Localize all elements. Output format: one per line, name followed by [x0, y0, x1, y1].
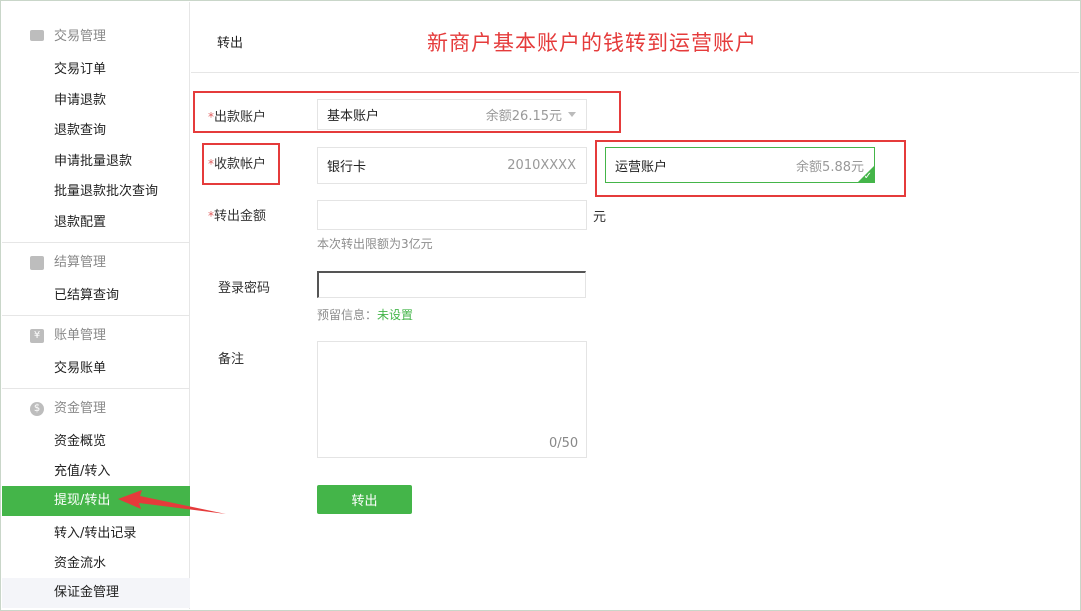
sidebar-group-funds: $ 资金管理 — [2, 394, 190, 424]
bank-card-name: 银行卡 — [327, 160, 367, 175]
main-content: 转出 新商户基本账户的钱转到运营账户 *出款账户 基本账户 余额26.15元 *… — [191, 2, 1079, 609]
sidebar-item-withdraw[interactable]: 提现/转出 — [2, 486, 190, 516]
money-bag-icon: $ — [30, 402, 44, 416]
to-account-label: *收款帐户 — [208, 153, 266, 172]
ops-account-name: 运营账户 — [615, 159, 668, 175]
sidebar: 交易管理 交易订单 申请退款 退款查询 申请批量退款 批量退款批次查询 退款配置… — [2, 2, 190, 609]
yuan-bill-icon: ¥ — [30, 329, 44, 343]
password-input[interactable] — [317, 271, 586, 298]
from-account-label: *出款账户 — [208, 106, 266, 125]
amount-label-text: 转出金额 — [214, 209, 267, 224]
sidebar-group-label: 资金管理 — [54, 401, 107, 416]
from-account-select[interactable]: 基本账户 余额26.15元 — [317, 99, 587, 130]
ops-account-balance: 余额5.88元 — [796, 159, 864, 175]
sidebar-group-bills: ¥ 账单管理 — [2, 321, 190, 351]
remark-label: 备注 — [218, 352, 245, 367]
amount-hint: 本次转出限额为3亿元 — [317, 237, 433, 251]
bank-card-number: 2010XXXX — [507, 158, 576, 173]
sidebar-item-refund-query[interactable]: 退款查询 — [2, 116, 190, 146]
sidebar-group-label: 结算管理 — [54, 255, 107, 270]
sidebar-item-batch-refund-query[interactable]: 批量退款批次查询 — [2, 177, 190, 207]
sidebar-item-recharge[interactable]: 充值/转入 — [2, 457, 190, 487]
chevron-down-icon — [568, 112, 576, 117]
sidebar-item-trade-bill[interactable]: 交易账单 — [2, 354, 190, 384]
password-hint-status[interactable]: 未设置 — [377, 308, 413, 322]
sidebar-divider — [2, 388, 190, 389]
sidebar-item-trade-orders[interactable]: 交易订单 — [2, 55, 190, 85]
amount-label: *转出金额 — [208, 205, 266, 224]
from-account-balance-wrap: 余额26.15元 — [486, 100, 576, 129]
amount-unit: 元 — [593, 210, 607, 225]
password-hint-prefix: 预留信息： — [317, 308, 378, 322]
sidebar-group-settlement: 结算管理 — [2, 248, 190, 278]
annotation-title: 新商户基本账户的钱转到运营账户 — [427, 31, 757, 55]
sidebar-item-batch-refund[interactable]: 申请批量退款 — [2, 147, 190, 177]
grid-icon — [30, 256, 44, 270]
from-account-balance: 余额26.15元 — [485, 109, 562, 124]
sidebar-group-label: 交易管理 — [54, 29, 107, 44]
sidebar-item-funds-overview[interactable]: 资金概览 — [2, 427, 190, 457]
password-hint: 预留信息：未设置 — [317, 306, 413, 323]
remark-textarea[interactable] — [317, 341, 587, 458]
sidebar-item-deposit[interactable]: 保证金管理 — [2, 578, 190, 608]
sidebar-item-settled-query[interactable]: 已结算查询 — [2, 281, 190, 311]
from-account-value: 基本账户 — [327, 109, 380, 124]
amount-input[interactable] — [317, 200, 587, 230]
sidebar-item-refund-config[interactable]: 退款配置 — [2, 208, 190, 238]
remark-counter: 0/50 — [549, 436, 579, 451]
to-account-option-ops[interactable]: 运营账户 余额5.88元 ✓ — [605, 147, 875, 183]
card-icon — [30, 30, 44, 41]
check-icon: ✓ — [863, 171, 872, 182]
from-account-label-text: 出款账户 — [214, 110, 267, 125]
sidebar-divider — [2, 242, 190, 243]
sidebar-item-apply-refund[interactable]: 申请退款 — [2, 86, 190, 116]
submit-transfer-button[interactable]: 转出 — [317, 485, 412, 514]
password-label: 登录密码 — [218, 281, 271, 296]
to-account-option-bank[interactable]: 银行卡 2010XXXX — [317, 147, 587, 184]
page-header: 转出 新商户基本账户的钱转到运营账户 — [191, 2, 1079, 73]
sidebar-item-transfer-records[interactable]: 转入/转出记录 — [2, 519, 190, 549]
page-title: 转出 — [217, 36, 244, 51]
sidebar-group-label: 账单管理 — [54, 328, 107, 343]
to-account-label-text: 收款帐户 — [214, 157, 267, 172]
sidebar-group-trade: 交易管理 — [2, 22, 190, 52]
sidebar-divider — [2, 315, 190, 316]
sidebar-item-fund-flow[interactable]: 资金流水 — [2, 549, 190, 579]
